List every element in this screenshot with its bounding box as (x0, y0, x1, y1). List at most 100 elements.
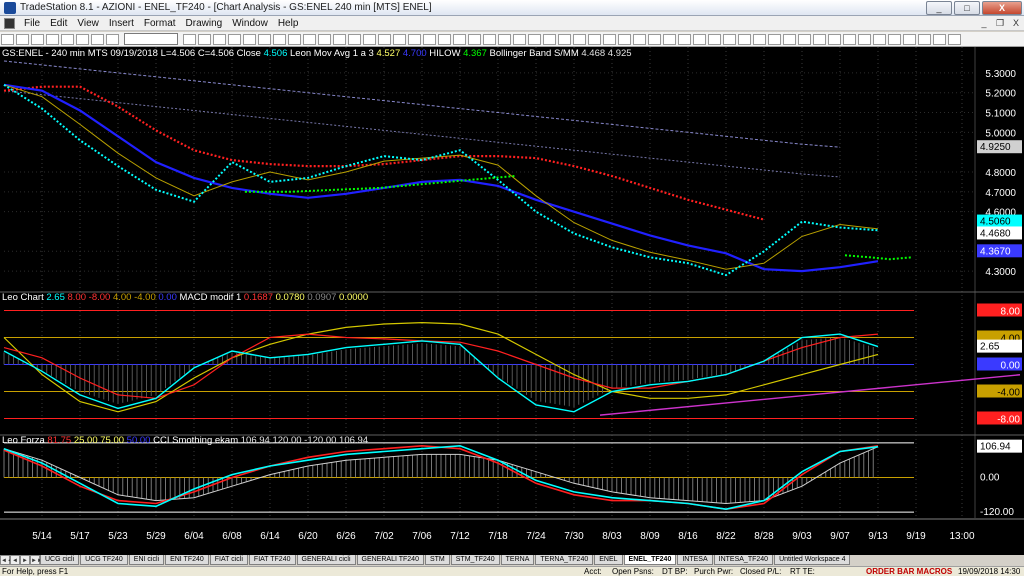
symbol-select[interactable] (124, 33, 178, 45)
toolbar-button[interactable] (213, 33, 226, 45)
toolbar-button[interactable] (228, 33, 241, 45)
toolbar-button[interactable] (693, 33, 706, 45)
toolbar-button[interactable] (91, 33, 104, 45)
toolbar-button[interactable] (288, 33, 301, 45)
toolbar-button[interactable] (768, 33, 781, 45)
toolbar-button[interactable] (303, 33, 316, 45)
toolbar-button[interactable] (393, 33, 406, 45)
tab-scroll-arrow[interactable]: ► (20, 555, 30, 565)
workspace-tab[interactable]: GENERALI cicli (296, 555, 356, 565)
toolbar-button[interactable] (708, 33, 721, 45)
menu-insert[interactable]: Insert (104, 18, 139, 29)
toolbar-button[interactable] (498, 33, 511, 45)
toolbar-button[interactable] (513, 33, 526, 45)
workspace-tab[interactable]: STM (424, 555, 450, 565)
toolbar-button[interactable] (408, 33, 421, 45)
menu-edit[interactable]: Edit (45, 18, 72, 29)
workspace-tab[interactable]: STM_TF240 (450, 555, 500, 565)
workspace-tab[interactable]: ENEL (594, 555, 623, 565)
chart-analysis-window[interactable]: 5/14 5/17 5/23 5/29 6/04 6/08 6/14 6/20 6/26 7/02… (0, 47, 1024, 555)
toolbar-button[interactable] (543, 33, 556, 45)
toolbar-button[interactable] (663, 33, 676, 45)
chart-window-icon[interactable] (4, 17, 15, 29)
toolbar-button[interactable] (198, 33, 211, 45)
toolbar-button[interactable] (903, 33, 916, 45)
toolbar-button[interactable] (918, 33, 931, 45)
toolbar-button[interactable] (243, 33, 256, 45)
toolbar-button[interactable] (1, 33, 14, 45)
workspace-tab[interactable]: Untitled Workspace 4 (774, 555, 851, 565)
workspace-tab[interactable]: FIAT cicli (209, 555, 248, 565)
toolbar-button[interactable] (106, 33, 119, 45)
toolbar-button[interactable] (46, 33, 59, 45)
toolbar-button[interactable] (558, 33, 571, 45)
toolbar-button[interactable] (378, 33, 391, 45)
toolbar-button[interactable] (618, 33, 631, 45)
toolbar-button[interactable] (783, 33, 796, 45)
toolbar-button[interactable] (438, 33, 451, 45)
toolbar-button[interactable] (573, 33, 586, 45)
toolbar-button[interactable] (723, 33, 736, 45)
workspace-tab[interactable]: ENEL_TF240 (623, 555, 677, 565)
workspace-tab[interactable]: UCG TF240 (80, 555, 128, 565)
workspace-tab[interactable]: TERNA (500, 555, 535, 565)
menu-format[interactable]: Format (139, 18, 181, 29)
toolbar-button[interactable] (798, 33, 811, 45)
toolbar-button[interactable] (588, 33, 601, 45)
toolbar-button[interactable] (828, 33, 841, 45)
indicator-header[interactable]: Leo Forza 81.75 25.00 75.00 50.00 CCI Sm… (2, 435, 368, 446)
toolbar-button[interactable] (888, 33, 901, 45)
toolbar-button[interactable] (633, 33, 646, 45)
toolbar-button[interactable] (76, 33, 89, 45)
menu-view[interactable]: View (72, 18, 104, 29)
toolbar-button[interactable] (61, 33, 74, 45)
toolbar-button[interactable] (318, 33, 331, 45)
toolbar-button[interactable] (648, 33, 661, 45)
toolbar-button[interactable] (948, 33, 961, 45)
toolbar-button[interactable] (363, 33, 376, 45)
workspace-tab[interactable]: UCG cicli (40, 555, 80, 565)
toolbar-button[interactable] (483, 33, 496, 45)
tab-scroll-arrow[interactable]: ◄◄ (0, 555, 13, 565)
menu-window[interactable]: Window (227, 18, 273, 29)
toolbar-button[interactable] (273, 33, 286, 45)
minimize-button[interactable]: _ (926, 0, 952, 15)
workspace-tab[interactable]: ENI cicli (128, 555, 165, 565)
toolbar-button[interactable] (933, 33, 946, 45)
status-order-bar[interactable]: ORDER BAR MACROS (866, 567, 952, 576)
toolbar-button[interactable] (453, 33, 466, 45)
menu-drawing[interactable]: Drawing (181, 18, 228, 29)
menu-file[interactable]: File (19, 18, 45, 29)
workspace-tab[interactable]: FIAT TF240 (248, 555, 296, 565)
workspace-tab[interactable]: GENERALI TF240 (356, 555, 424, 565)
menu-help[interactable]: Help (273, 18, 304, 29)
indicator-header[interactable]: GS:ENEL - 240 min MTS 09/19/2018 L=4.506… (2, 48, 632, 59)
mdi-restore-button[interactable]: ❐ (992, 18, 1008, 29)
toolbar-button[interactable] (333, 33, 346, 45)
toolbar-button[interactable] (468, 33, 481, 45)
toolbar-button[interactable] (738, 33, 751, 45)
workspace-tab[interactable]: INTESA_TF240 (713, 555, 774, 565)
toolbar-button[interactable] (873, 33, 886, 45)
toolbar-button[interactable] (678, 33, 691, 45)
workspace-tab[interactable]: ENI TF240 (165, 555, 209, 565)
workspace-tab[interactable]: INTESA (677, 555, 713, 565)
toolbar-button[interactable] (183, 33, 196, 45)
toolbar-button[interactable] (528, 33, 541, 45)
tab-scroll-arrow[interactable]: ◄ (10, 555, 20, 565)
toolbar-button[interactable] (423, 33, 436, 45)
close-button[interactable]: X (982, 0, 1022, 15)
toolbar-button[interactable] (16, 33, 29, 45)
mdi-minimize-button[interactable]: _ (976, 18, 992, 29)
toolbar-button[interactable] (603, 33, 616, 45)
mdi-close-button[interactable]: X (1008, 18, 1024, 29)
toolbar-button[interactable] (858, 33, 871, 45)
chart-canvas[interactable]: 5/14 5/17 5/23 5/29 6/04 6/08 6/14 6/20 6/26 7/02… (0, 47, 1024, 555)
workspace-tab[interactable]: TERNA_TF240 (535, 555, 594, 565)
toolbar-button[interactable] (843, 33, 856, 45)
toolbar-button[interactable] (813, 33, 826, 45)
tab-scroll-arrow[interactable]: ►► (30, 555, 43, 565)
maximize-button[interactable]: □ (954, 0, 980, 15)
indicator-header[interactable]: Leo Chart 2.65 8.00 -8.00 4.00 -4.00 0.0… (2, 292, 368, 303)
toolbar-button[interactable] (31, 33, 44, 45)
